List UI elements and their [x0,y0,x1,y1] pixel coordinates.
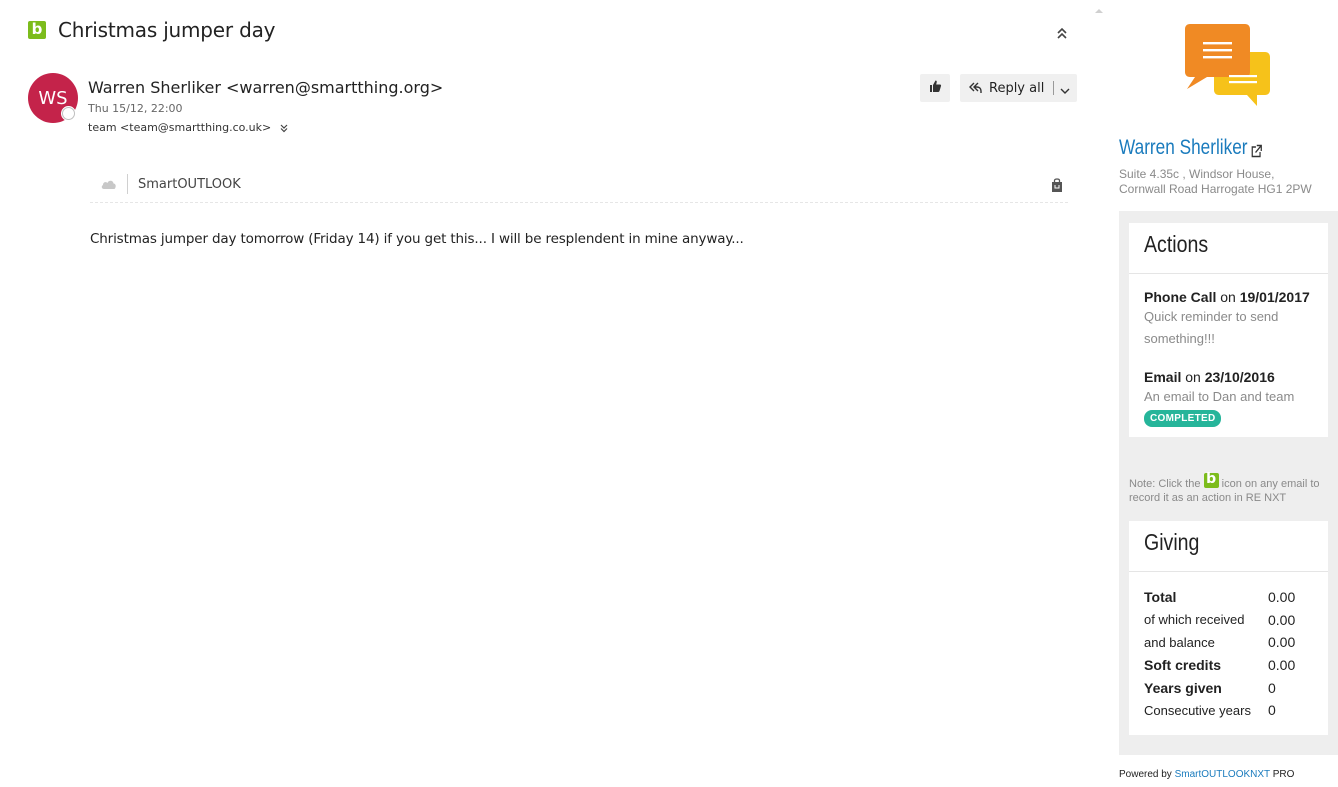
note-prefix: Note: Click the [1129,478,1201,490]
action-type: Phone Call [1144,289,1217,305]
giving-label: Consecutive years [1144,702,1251,718]
double-chevron-down-icon[interactable] [279,123,289,133]
address-line: Cornwall Road Harrogate HG1 2PW [1119,182,1312,196]
reply-all-button[interactable]: Reply all [960,74,1077,102]
giving-value: 0.00 [1268,657,1296,674]
sender-name[interactable]: Warren Sherliker <warren@smartthing.org> [88,78,443,97]
action-on: on [1220,289,1236,305]
giving-card: Giving Total 0.00 of which received 0.00… [1129,521,1328,735]
giving-label: and balance [1144,634,1215,650]
giving-value: 0.00 [1268,634,1296,651]
giving-label: Soft credits [1144,657,1222,674]
presence-status-icon [62,107,75,120]
reply-all-label: Reply all [989,80,1045,96]
like-button[interactable] [920,74,950,102]
action-on: on [1185,369,1201,385]
email-reading-pane: Christmas jumper day WS Warren Sherliker… [0,0,1103,787]
action-item[interactable]: Phone Call on 19/01/2017 Quick reminder … [1144,289,1324,350]
reply-divider [1053,81,1055,95]
status-badge: COMPLETED [1144,410,1222,427]
giving-row: Consecutive years 0 [1144,699,1324,722]
contact-name-link[interactable]: Warren Sherliker [1119,136,1262,160]
giving-value: 0 [1268,702,1276,719]
giving-value: 0.00 [1268,611,1296,628]
giving-row: of which received 0.00 [1144,609,1324,632]
giving-label: Years given [1144,679,1222,696]
giving-title: Giving [1144,529,1200,555]
giving-label: of which received [1144,612,1245,628]
addin-name[interactable]: SmartOUTLOOK [138,177,241,192]
giving-row: Soft credits 0.00 [1144,654,1324,677]
action-description: Quick reminder to send something!!! [1144,309,1279,346]
divider [1129,273,1328,274]
recipient-to[interactable]: team <team@smartthing.co.uk> [88,121,271,134]
usage-note: Note: Click the icon on any email to rec… [1129,471,1334,505]
giving-row: Years given 0 [1144,676,1324,699]
giving-label: Total [1144,589,1177,606]
giving-row: and balance 0.00 [1144,631,1324,654]
thumbs-up-icon [928,79,942,98]
powered-by: Powered by SmartOUTLOOKNXT PRO [1119,769,1294,780]
contact-address: Suite 4.35c , Windsor House, Cornwall Ro… [1119,167,1312,197]
sent-date: Thu 15/12, 22:00 [88,102,183,115]
smartoutlook-side-panel: Warren Sherliker Suite 4.35c , Windsor H… [1100,0,1338,787]
email-subject: Christmas jumper day [58,18,276,42]
info-panel: Actions Phone Call on 19/01/2017 Quick r… [1119,211,1338,755]
reply-all-icon [968,81,982,95]
divider [1129,571,1328,572]
action-heading: Email on 23/10/2016 [1144,369,1324,385]
actions-title: Actions [1144,231,1209,257]
addin-bar: SmartOUTLOOK [90,168,1068,203]
chevron-down-icon[interactable] [1059,83,1071,94]
action-description: An email to Dan and team [1144,389,1295,404]
email-body: Christmas jumper day tomorrow (Friday 14… [90,231,744,247]
giving-value: 0 [1268,679,1276,696]
powered-prefix: Powered by [1119,769,1172,780]
recipients: team <team@smartthing.co.uk> [88,121,289,134]
action-heading: Phone Call on 19/01/2017 [1144,289,1324,305]
action-date: 23/10/2016 [1204,369,1275,385]
double-chevron-up-icon[interactable] [1054,24,1070,42]
chat-bubbles-icon [1185,22,1273,110]
action-type: Email [1144,369,1182,385]
b-logo-icon[interactable] [28,20,46,39]
giving-row: Total 0.00 [1144,586,1324,609]
action-date: 19/01/2017 [1239,289,1310,305]
address-line: Suite 4.35c , Windsor House, [1119,167,1275,181]
contact-name: Warren Sherliker [1119,136,1248,159]
addin-divider [127,174,128,194]
giving-value: 0.00 [1268,589,1296,606]
b-logo-icon [1203,471,1219,488]
external-link-icon [1250,141,1262,157]
giving-table: Total 0.00 of which received 0.00 and ba… [1144,586,1324,722]
subject-row: Christmas jumper day [28,18,275,42]
powered-suffix: PRO [1272,769,1295,780]
shopping-bag-icon[interactable] [1050,177,1064,193]
addin-cloud-icon [100,177,118,191]
powered-link[interactable]: SmartOUTLOOKNXT [1175,769,1270,780]
action-item[interactable]: Email on 23/10/2016 An email to Dan and … [1144,369,1324,427]
actions-card: Actions Phone Call on 19/01/2017 Quick r… [1129,223,1328,437]
